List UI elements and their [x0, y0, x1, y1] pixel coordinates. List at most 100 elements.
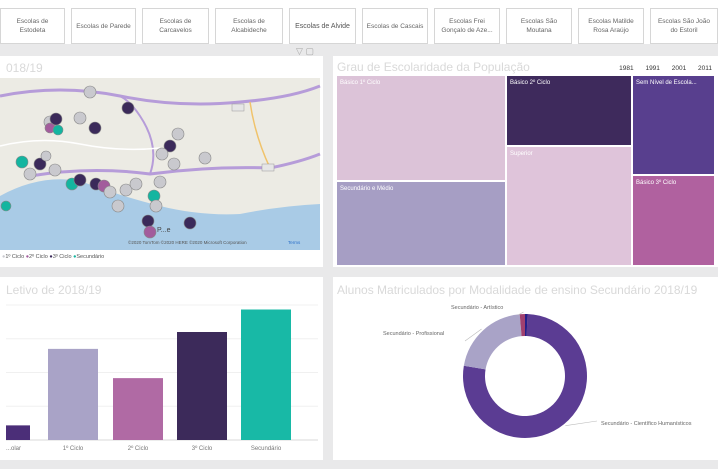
bar-category-label: 3º Ciclo: [192, 445, 213, 452]
tab-escolas-sao-joao-estoril[interactable]: Escolas São João do Estoril: [650, 8, 718, 44]
road-shield: [231, 103, 245, 112]
bar-category-label: Secundário: [251, 446, 282, 452]
map-legend: ●1º Ciclo ●2º Ciclo ●3º Ciclo ●Secundári…: [2, 254, 104, 260]
donut-leader-line: [565, 420, 598, 426]
tab-escolas-alvide[interactable]: Escolas de Alvide: [289, 8, 356, 44]
tab-label: Escolas de Estodeta: [16, 18, 49, 34]
tab-label: Escolas de Carcavelos: [159, 18, 192, 34]
bar-category-label: 1º Ciclo: [63, 445, 84, 452]
legend-label: Secundário: [76, 254, 105, 260]
tab-escolas-matilde-rosa-araujo[interactable]: Escolas Matilde Rosa Araújo: [578, 8, 644, 44]
school-tab-bar: Escolas de Estodeta Escolas de Parede Es…: [0, 0, 718, 44]
map-town-label: P...e: [157, 227, 171, 234]
tab-label: Escolas de Cascais: [366, 22, 424, 30]
bar-2[interactable]: [113, 378, 163, 440]
focus-mode-icon[interactable]: ▢: [305, 46, 314, 56]
map-attribution: ©2020 TomTom ©2020 HERE ©2020 Microsoft …: [128, 239, 247, 245]
map-marker[interactable]: [143, 225, 157, 239]
bar-category-label: 2º Ciclo: [128, 445, 149, 452]
legend-label: 1º Ciclo: [5, 254, 25, 260]
donut-chart-panel: Alunos Matriculados por Modalidade de en…: [333, 277, 718, 460]
treemap-cell-label: Básico 1º Ciclo: [340, 80, 381, 86]
donut-chart: Secundário - Artístico Secundário - Profi…: [383, 305, 692, 438]
tab-escolas-cascais[interactable]: Escolas de Cascais: [362, 8, 428, 44]
map-marker[interactable]: [23, 167, 37, 181]
donut-slice-label: Secundário - Profissional: [383, 331, 444, 337]
map-marker[interactable]: [183, 216, 197, 230]
map-marker[interactable]: [73, 111, 87, 125]
map-marker[interactable]: [141, 214, 155, 228]
treemap-cell-basico-1-ciclo[interactable]: Básico 1º Ciclo: [337, 76, 505, 180]
year-slicer: 1981 1991 2001 2011: [609, 65, 712, 72]
treemap-cell-sem-nivel[interactable]: Sem Nível de Escola...: [633, 76, 714, 174]
donut-slice-label: Secundário - Científico Humanísticos: [601, 421, 692, 427]
year-option-2011[interactable]: 2011: [698, 65, 712, 72]
tab-label: Escolas Frei Gonçalo de Aze...: [441, 18, 493, 34]
tab-label: Escolas São Moutana: [520, 18, 558, 34]
donut-slice-1[interactable]: [463, 314, 522, 370]
treemap-title: Grau de Escolaridade da População: [337, 60, 530, 74]
tab-escolas-estodeta[interactable]: Escolas de Estodeta: [0, 8, 65, 44]
treemap-cell-label: Básico 3º Ciclo: [636, 180, 677, 186]
tab-escolas-alcabideche[interactable]: Escolas de Alcabideche: [215, 8, 283, 44]
map-marker[interactable]: [103, 185, 117, 199]
tab-label: Escolas de Alvide: [295, 22, 350, 30]
map-marker[interactable]: [167, 157, 181, 171]
bar-category-label: ...olar: [6, 446, 21, 452]
map-marker[interactable]: [121, 101, 135, 115]
legend-item-2-ciclo: ●2º Ciclo: [25, 254, 48, 260]
treemap-cell-label: Superior: [510, 151, 533, 157]
tab-escolas-carcavelos[interactable]: Escolas de Carcavelos: [142, 8, 209, 44]
map-terms-link[interactable]: Terms: [288, 240, 301, 245]
map-marker[interactable]: [48, 163, 62, 177]
legend-item-3-ciclo: ●3º Ciclo: [49, 254, 72, 260]
tab-escolas-frei-goncalo[interactable]: Escolas Frei Gonçalo de Aze...: [434, 8, 500, 44]
legend-label: 2º Ciclo: [29, 254, 48, 260]
treemap-cell-basico-3-ciclo[interactable]: Básico 3º Ciclo: [633, 176, 714, 265]
year-option-1981[interactable]: 1981: [619, 65, 633, 72]
map-marker[interactable]: [129, 177, 143, 191]
treemap-cell-label: Secundário e Médio: [340, 186, 394, 192]
map-marker[interactable]: [155, 147, 169, 161]
map-marker[interactable]: [0, 200, 12, 212]
map-marker[interactable]: [73, 173, 87, 187]
year-option-2001[interactable]: 2001: [672, 65, 686, 72]
legend-item-secundario: ●Secundário: [73, 254, 105, 260]
map-marker[interactable]: [149, 199, 163, 213]
bar-4[interactable]: [241, 309, 291, 441]
treemap-cell-basico-2-ciclo[interactable]: Básico 2º Ciclo: [507, 76, 631, 145]
map-marker[interactable]: [83, 85, 97, 99]
bar-chart: ...olar 1º Ciclo 2º Ciclo 3º Ciclo Secundári…: [6, 304, 318, 452]
map-marker[interactable]: [153, 175, 167, 189]
map-marker[interactable]: [40, 150, 52, 162]
map-svg[interactable]: P...e ©2020 TomTom ©2020 HERE ©2020 Micr…: [0, 56, 323, 267]
map-panel: 018/19 P...e ©2020 TomTom ©2020 HERE ©20…: [0, 56, 323, 267]
treemap-cell-superior[interactable]: Superior: [507, 147, 631, 265]
map-marker[interactable]: [88, 121, 102, 135]
filter-icon[interactable]: ▽: [296, 46, 303, 56]
treemap-cell-label: Sem Nível de Escola...: [636, 80, 697, 86]
map-marker[interactable]: [198, 151, 212, 165]
treemap-panel: Grau de Escolaridade da População 1981 1…: [333, 56, 718, 267]
bar-chart-panel: Letivo de 2018/19 ...olar 1º Ciclo 2º Cicl…: [0, 277, 323, 460]
bar-3[interactable]: [177, 332, 227, 440]
treemap-cell-secundario-medio[interactable]: Secundário e Médio: [337, 182, 505, 265]
road-shield: [261, 163, 275, 172]
legend-label: 3º Ciclo: [52, 254, 72, 260]
bar-1[interactable]: [48, 348, 98, 440]
donut-slice-label: Secundário - Artístico: [451, 305, 503, 311]
tab-label: Escolas Matilde Rosa Araújo: [588, 18, 634, 34]
map-marker[interactable]: [171, 127, 185, 141]
tab-escolas-parede[interactable]: Escolas de Parede: [71, 8, 136, 44]
treemap-cell-label: Básico 2º Ciclo: [510, 80, 551, 86]
tab-escolas-sao-moutana[interactable]: Escolas São Moutana: [506, 8, 572, 44]
bar-0[interactable]: [6, 425, 30, 440]
tab-label: Escolas São João do Estoril: [657, 18, 711, 34]
map-marker[interactable]: [52, 124, 64, 136]
map-marker[interactable]: [111, 199, 125, 213]
legend-item-1-ciclo: ●1º Ciclo: [2, 254, 25, 260]
map-marker[interactable]: [15, 155, 29, 169]
tab-label: Escolas de Parede: [76, 22, 131, 30]
year-option-1991[interactable]: 1991: [645, 65, 659, 72]
tab-label: Escolas de Alcabideche: [231, 18, 267, 34]
